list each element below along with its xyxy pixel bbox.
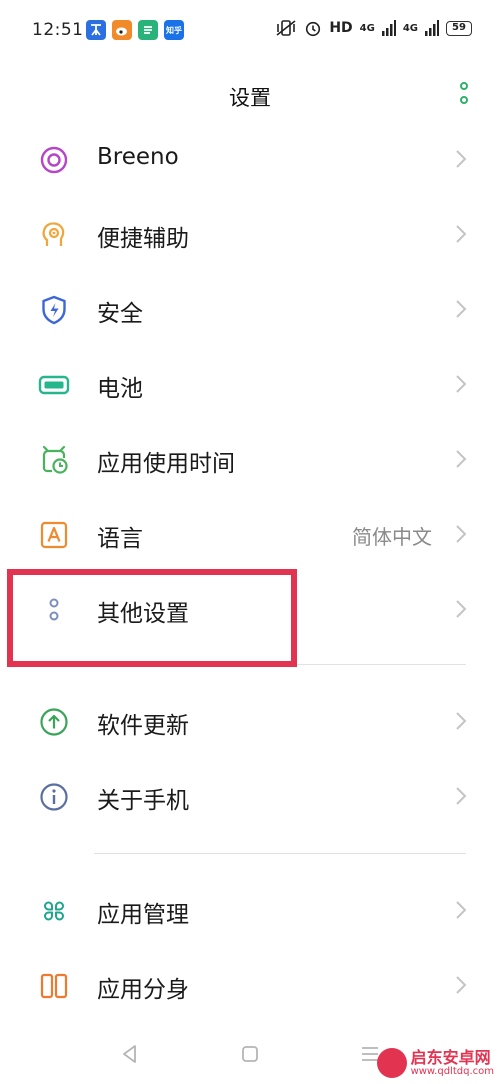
zhihu-icon: 知乎 [164,20,184,40]
more-options-icon[interactable] [454,82,474,108]
settings-item-security[interactable]: 安全 [0,272,500,347]
watermark: 启东安卓网 www.qdltdq.com [376,1047,494,1078]
settings-item-language[interactable]: 语言 简体中文 [0,497,500,572]
status-bar: 12:51 知乎 HD 4G 4G 59 [0,0,500,60]
zhihu-label: 知乎 [166,25,182,35]
signal-icon-2 [425,20,439,36]
home-icon[interactable] [238,1042,262,1066]
header: 设置 [0,60,500,128]
status-time: 12:51 [32,20,84,40]
settings-item-app-usage-time[interactable]: 应用使用时间 [0,422,500,497]
battery-icon [38,375,70,395]
chevron-right-icon [456,600,467,618]
page-title: 设置 [229,86,271,110]
settings-item-app-management[interactable]: 应用管理 [0,873,500,948]
green-app-icon [138,20,158,40]
chevron-right-icon [456,300,467,318]
settings-item-label: 应用管理 [97,902,189,928]
shield-icon [42,295,66,325]
settings-item-about-phone[interactable]: 关于手机 [0,759,500,834]
chevron-right-icon [456,901,467,919]
settings-item-breeno[interactable]: Breeno [0,122,500,197]
settings-item-label: 应用使用时间 [97,451,235,477]
settings-item-app-clone[interactable]: 应用分身 [0,948,500,1023]
app-clone-icon [40,973,68,999]
settings-item-label: 软件更新 [97,713,189,739]
watermark-url: www.qdltdq.com [410,1066,494,1078]
mute-vibrate-icon [276,20,296,36]
highlight-annotation-box [7,569,297,667]
hd-label: HD [329,20,353,36]
info-icon [40,783,68,811]
settings-item-label: 便捷辅助 [97,226,189,252]
chevron-right-icon [456,712,467,730]
battery-level: 59 [452,22,466,33]
settings-item-label: 电池 [97,376,143,402]
notification-icons: 知乎 [86,20,184,40]
settings-item-label: 安全 [97,301,143,327]
assist-icon [42,222,65,246]
breeno-icon [40,146,68,174]
language-value: 简体中文 [352,525,432,549]
weibo-icon [112,20,132,40]
chevron-right-icon [456,150,467,168]
status-right: HD 4G 4G 59 [275,19,472,37]
battery-indicator: 59 [446,20,472,36]
chevron-right-icon [456,225,467,243]
settings-item-battery[interactable]: 电池 [0,347,500,422]
app-management-icon [44,901,64,921]
language-icon [40,521,68,549]
chevron-right-icon [456,450,467,468]
network-4g-label-2: 4G [402,22,418,34]
app-notification-icon [86,20,106,40]
chevron-right-icon [456,525,467,543]
watermark-logo-icon [376,1048,407,1078]
alarm-icon [306,21,321,37]
watermark-title: 启东安卓网 [410,1047,491,1067]
settings-item-label: 应用分身 [97,977,189,1003]
back-icon[interactable] [118,1042,142,1066]
chevron-right-icon [456,375,467,393]
network-4g-label-1: 4G [359,22,375,34]
chevron-right-icon [456,787,467,805]
settings-item-label: 关于手机 [97,788,189,814]
settings-item-label: Breeno [97,144,179,170]
settings-item-software-update[interactable]: 软件更新 [0,684,500,759]
update-icon [40,708,68,736]
signal-icon-1 [381,20,396,36]
settings-item-convenience-assist[interactable]: 便捷辅助 [0,197,500,272]
settings-item-label: 语言 [97,526,143,552]
screen-time-icon [42,445,68,474]
section-divider [94,853,466,854]
chevron-right-icon [456,976,467,994]
